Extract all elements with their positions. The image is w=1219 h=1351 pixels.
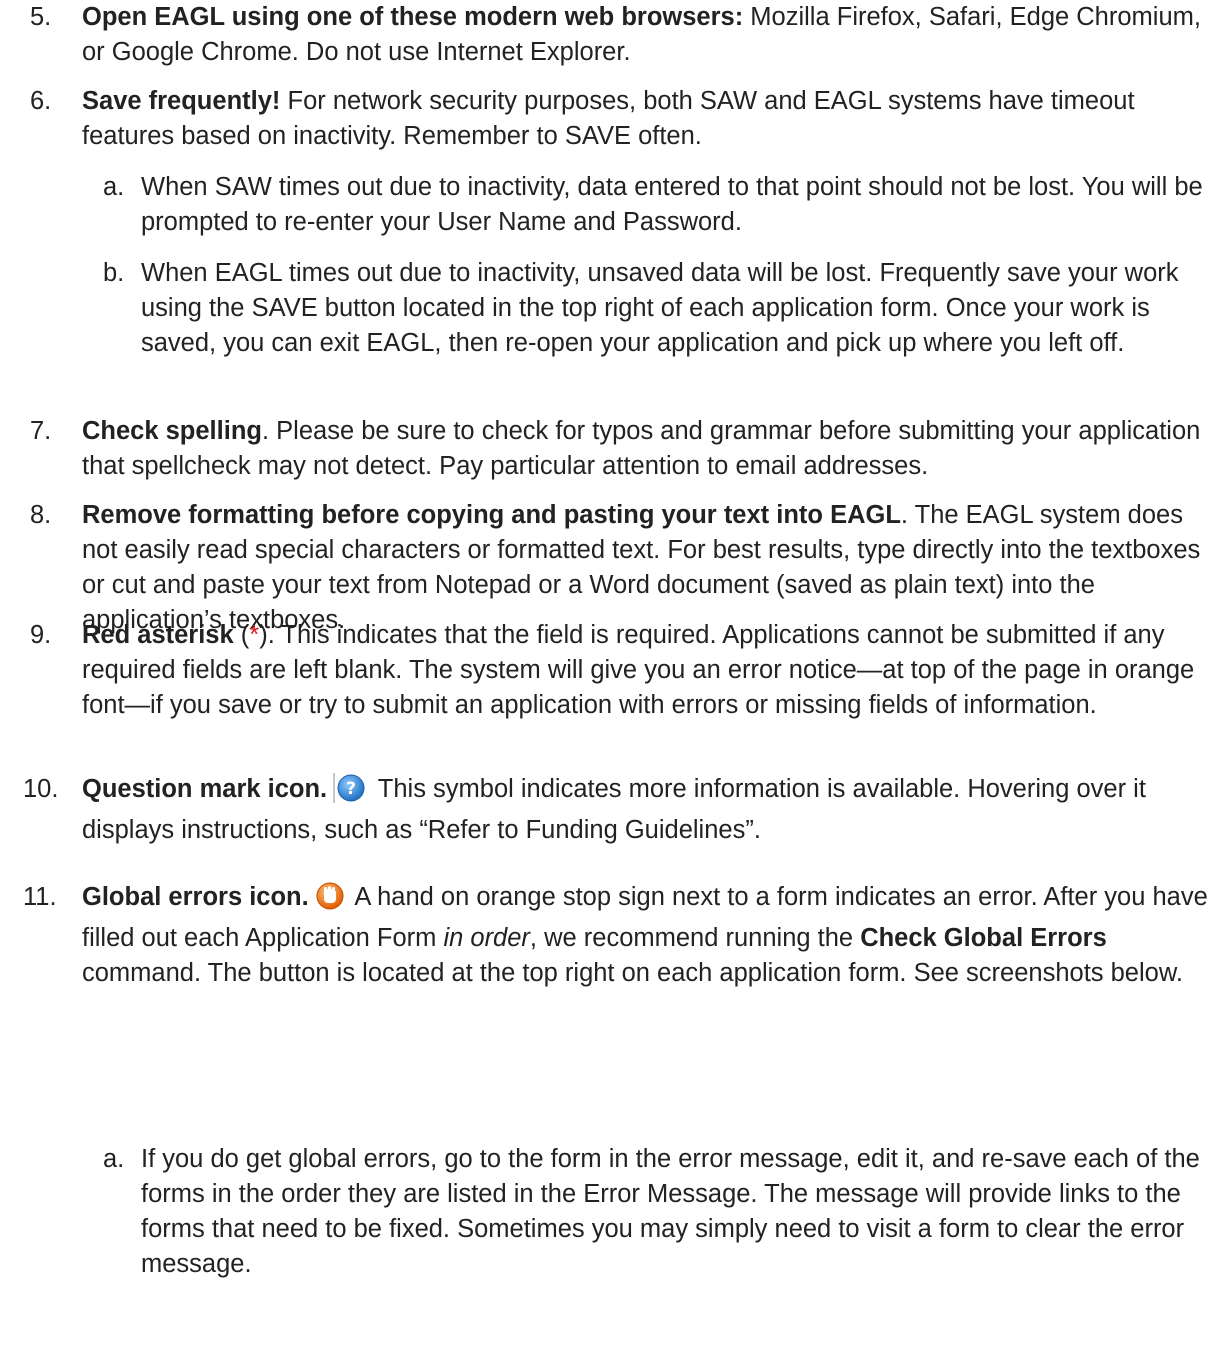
item-heading: Save frequently!	[82, 87, 281, 115]
item-letter: b.	[103, 259, 125, 287]
item-letter: a.	[103, 1145, 125, 1173]
item-heading: Check spelling	[82, 417, 262, 445]
item-text: Check spelling. Please be sure to check …	[82, 417, 1201, 480]
item-text: Question mark icon.? This symbol indicat…	[82, 773, 1146, 844]
item-letter: a.	[103, 173, 125, 201]
item-heading: Global errors icon.	[82, 883, 309, 911]
item-number: 7.	[30, 417, 52, 445]
svg-text:?: ?	[346, 779, 356, 799]
required-asterisk: *	[249, 621, 260, 649]
item-text: Save frequently! For network security pu…	[82, 87, 1135, 150]
item-heading: Open EAGL using one of these modern web …	[82, 3, 744, 31]
item-text: Red asterisk (*). This indicates that th…	[82, 621, 1195, 719]
item-number: 8.	[30, 501, 52, 529]
item-text: When EAGL times out due to inactivity, u…	[141, 259, 1179, 357]
item-number: 9.	[30, 621, 52, 649]
stop-hand-icon	[315, 881, 345, 921]
item-number: 5.	[30, 3, 52, 31]
item-heading: Red asterisk	[82, 621, 234, 649]
item-number: 10.	[23, 775, 59, 803]
question-mark-icon: ?	[333, 773, 367, 813]
item-text: Global errors icon. A hand on orange sto…	[82, 881, 1208, 987]
item-heading: Question mark icon.	[82, 775, 328, 803]
item-text: Open EAGL using one of these modern web …	[82, 3, 1201, 66]
item-text: If you do get global errors, go to the f…	[141, 1145, 1200, 1278]
item-heading: Remove formatting before copying and pas…	[82, 501, 901, 529]
item-number: 6.	[30, 87, 52, 115]
item-number: 11.	[23, 883, 57, 911]
item-text: Remove formatting before copying and pas…	[82, 501, 1201, 634]
item-text: When SAW times out due to inactivity, da…	[141, 173, 1203, 236]
